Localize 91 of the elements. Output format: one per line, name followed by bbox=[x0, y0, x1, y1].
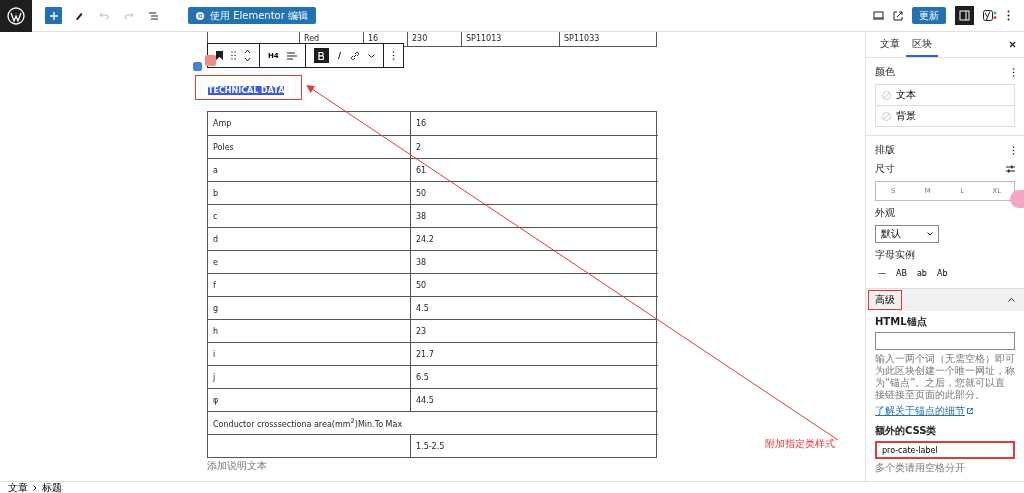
bookmark-icon[interactable] bbox=[216, 51, 223, 60]
chevron-down-icon bbox=[927, 232, 933, 236]
sidebar-tab[interactable]: 文章 bbox=[874, 32, 906, 57]
wordpress-logo-icon[interactable] bbox=[0, 0, 32, 32]
desktop-preview-icon[interactable] bbox=[873, 11, 884, 20]
table-cell: d bbox=[208, 227, 411, 250]
table-cell: SP11033 bbox=[559, 32, 658, 46]
bold-icon bbox=[318, 51, 325, 60]
heading-text[interactable]: TECHNICAL DATA bbox=[208, 86, 285, 95]
plus-icon bbox=[48, 10, 59, 21]
table-cell: 61 bbox=[411, 158, 658, 181]
external-link-icon[interactable] bbox=[893, 10, 903, 21]
seo-plugin-icon[interactable] bbox=[983, 10, 998, 21]
annotation-text: 附加指定类样式 bbox=[765, 437, 835, 451]
elementor-edit-button[interactable]: 使用 Elementor 编辑 bbox=[188, 7, 316, 24]
table-cell: g bbox=[208, 296, 411, 319]
table-cell: 23 bbox=[411, 319, 658, 342]
section-title: 排版 bbox=[875, 143, 895, 157]
chevron-right-icon bbox=[33, 484, 37, 491]
table-cell: 2 bbox=[411, 135, 658, 158]
breadcrumb-item[interactable]: 标题 bbox=[42, 482, 62, 493]
add-block-button[interactable] bbox=[45, 7, 62, 24]
table-cell: Poles bbox=[208, 135, 411, 158]
redo-icon bbox=[123, 11, 134, 20]
table-cell: 4.5 bbox=[411, 296, 658, 319]
more-options-icon[interactable] bbox=[391, 51, 395, 60]
table-cell: φ bbox=[208, 388, 411, 411]
more-options-icon[interactable] bbox=[1012, 67, 1015, 77]
elementor-icon bbox=[196, 11, 204, 20]
settings-sidebar-button[interactable] bbox=[955, 6, 974, 25]
appearance-select[interactable]: 默认 bbox=[875, 225, 939, 243]
table-cell: 24.2 bbox=[411, 227, 658, 250]
italic-icon[interactable] bbox=[336, 51, 342, 60]
caption-placeholder[interactable]: 添加说明文本 bbox=[207, 459, 865, 473]
chevron-up-icon bbox=[1008, 298, 1015, 302]
table-cell: 44.5 bbox=[411, 388, 658, 411]
chevron-down-icon[interactable] bbox=[367, 53, 375, 58]
no-color-icon bbox=[882, 111, 891, 121]
table-cell: 38 bbox=[411, 204, 658, 227]
table-cell: 50 bbox=[411, 181, 658, 204]
external-link-icon bbox=[967, 408, 973, 414]
more-options-icon[interactable] bbox=[1012, 145, 1015, 155]
table-cell: f bbox=[208, 273, 411, 296]
table-cell-text: 16 bbox=[415, 118, 428, 130]
field-label: 尺寸 bbox=[875, 162, 895, 176]
field-label: 字母实例 bbox=[875, 248, 916, 262]
table-cell: e bbox=[208, 250, 411, 273]
field-label: HTML锚点 bbox=[875, 315, 928, 329]
table-cell: SP11013 bbox=[461, 32, 559, 46]
letter-case-option[interactable]: — bbox=[875, 267, 889, 280]
table-cell: Conductor crosssectiona area(mm$^{2}$)Min.To Max bbox=[208, 411, 658, 434]
table-cell: a bbox=[208, 158, 411, 181]
table-cell: 50 bbox=[411, 273, 658, 296]
letter-case-option[interactable]: ab bbox=[913, 267, 930, 280]
table-cell: i bbox=[208, 342, 411, 365]
table-cell: Amp bbox=[208, 112, 411, 135]
sidebar-panel-icon bbox=[959, 10, 970, 21]
table-cell: j bbox=[208, 365, 411, 388]
anchor-input[interactable] bbox=[875, 332, 1015, 350]
drag-handle-icon[interactable] bbox=[231, 51, 236, 60]
update-button[interactable]: 更新 bbox=[912, 7, 946, 24]
bold-button[interactable] bbox=[313, 48, 329, 63]
help-text: 多个类请用空格分开 bbox=[875, 462, 966, 474]
no-color-icon bbox=[882, 90, 891, 100]
table-cell: 1.5-2.5 bbox=[411, 434, 658, 457]
table-cell: b bbox=[208, 181, 411, 204]
pen-icon bbox=[73, 10, 84, 21]
list-view-icon bbox=[148, 11, 159, 20]
table-cell: c bbox=[208, 204, 411, 227]
table-cell: 6.5 bbox=[411, 365, 658, 388]
more-options-icon[interactable] bbox=[1007, 10, 1010, 21]
field-label: 额外的CSS类 bbox=[875, 424, 938, 438]
css-class-input[interactable]: pro-cate-label bbox=[875, 441, 1015, 459]
field-label: 外观 bbox=[875, 206, 896, 220]
align-icon[interactable] bbox=[286, 51, 297, 60]
table-cell: 21.7 bbox=[411, 342, 658, 365]
section-title: 颜色 bbox=[875, 65, 895, 79]
breadcrumb-item[interactable]: 文章 bbox=[8, 482, 28, 493]
advanced-panel-header[interactable]: 高级 bbox=[866, 289, 1024, 311]
letter-case-option[interactable]: AB bbox=[893, 267, 910, 280]
table-cell: 38 bbox=[411, 250, 658, 273]
learn-more-link[interactable]: 了解关于锚点的细节 bbox=[875, 404, 1015, 418]
undo-icon bbox=[98, 11, 109, 20]
move-up-down-icon[interactable] bbox=[244, 49, 251, 62]
table-cell: 230 bbox=[407, 32, 461, 46]
link-icon[interactable] bbox=[349, 50, 360, 61]
table-cell: h bbox=[208, 319, 411, 342]
letter-case-option[interactable]: Ab bbox=[933, 267, 951, 280]
sidebar-tab[interactable]: 区块 bbox=[906, 32, 938, 57]
sliders-icon[interactable] bbox=[1006, 165, 1015, 173]
help-text: 输入一两个词（无需空格）即可为此区块创建一个唯一网址，称为“锚点”。之后，您就可以直接链接至页面的此部分。 bbox=[875, 353, 1015, 401]
